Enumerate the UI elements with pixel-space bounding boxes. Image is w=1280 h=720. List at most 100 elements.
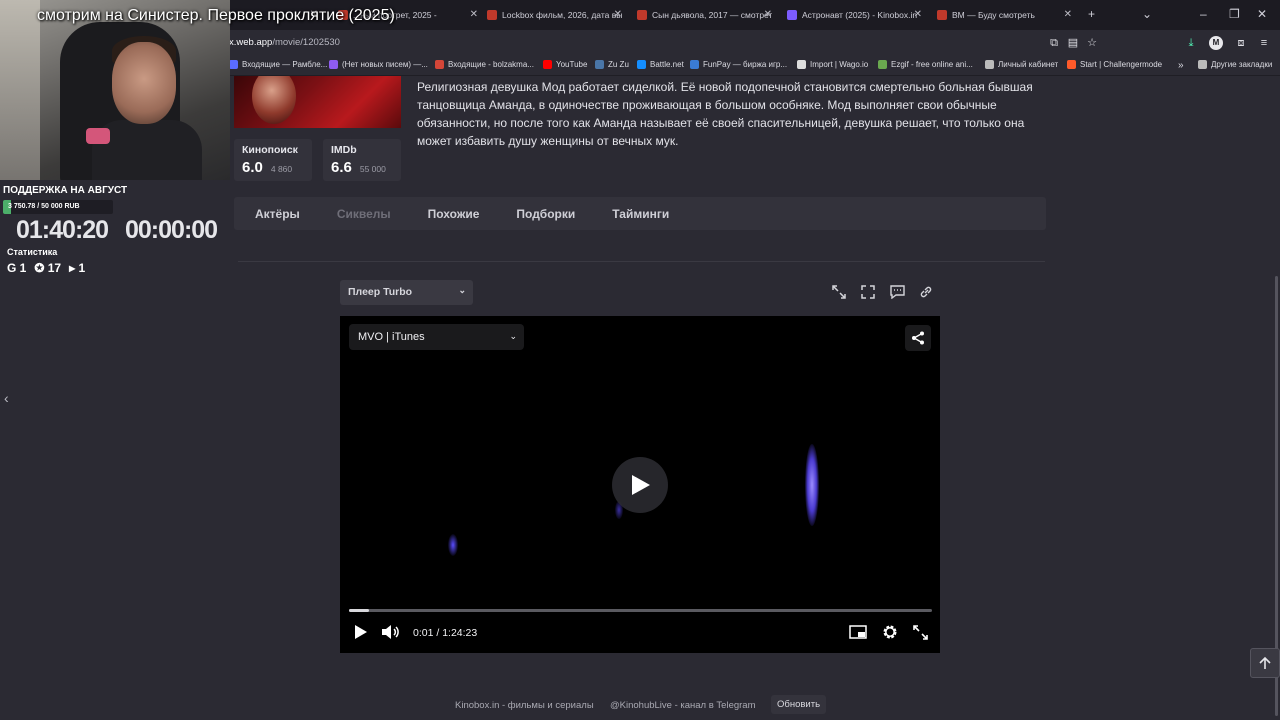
- chevron-down-icon: ⌄: [509, 331, 517, 341]
- close-window-icon[interactable]: ✕: [1257, 7, 1267, 21]
- bookmark-favicon-icon: [435, 60, 444, 69]
- bookmark-item[interactable]: YouTube: [543, 60, 587, 69]
- fullscreen-icon[interactable]: [856, 280, 880, 304]
- movie-poster: [234, 76, 401, 128]
- bookmark-favicon-icon: [797, 60, 806, 69]
- stat-g: G 1: [7, 261, 27, 275]
- donation-goal-bar: 3 750.78 / 50 000 RUB: [3, 200, 113, 214]
- browser-tab[interactable]: Сын дьявола, 2017 — смотреть ✕: [637, 4, 772, 26]
- extensions-icon[interactable]: ⧈: [1234, 36, 1248, 50]
- tab-favicon-icon: [787, 10, 797, 20]
- bookmark-item[interactable]: Другие закладки: [1198, 60, 1272, 69]
- new-tab-icon[interactable]: +: [1088, 7, 1095, 21]
- volume-icon[interactable]: [380, 622, 402, 642]
- bookmark-label: Ezgif - free online ani...: [891, 60, 973, 69]
- tab-actors[interactable]: Актёры: [255, 207, 300, 221]
- bookmark-item[interactable]: Входящие — Рамбле...: [229, 60, 327, 69]
- stream-title: смотрим на Синистер. Первое проклятие (2…: [37, 7, 395, 24]
- close-tab-icon[interactable]: ✕: [614, 9, 622, 20]
- close-tab-icon[interactable]: ✕: [764, 9, 772, 20]
- expand-icon[interactable]: [827, 280, 851, 304]
- bookmark-item[interactable]: Ezgif - free online ani...: [878, 60, 973, 69]
- tab-similar[interactable]: Похожие: [428, 207, 480, 221]
- bookmark-favicon-icon: [229, 60, 238, 69]
- stream-overlay: ПОДДЕРЖКА НА АВГУСТ 3 750.78 / 50 000 RU…: [0, 0, 230, 290]
- bookmark-favicon-icon: [1067, 60, 1076, 69]
- miniplayer-icon[interactable]: [848, 622, 868, 642]
- browser-tab[interactable]: ВМ — Буду смотреть ✕: [937, 4, 1072, 26]
- player-select[interactable]: Плеер Turbo ⌄: [340, 280, 473, 305]
- video-progress-bar[interactable]: [349, 609, 932, 612]
- update-button[interactable]: Обновить: [771, 695, 827, 714]
- rating-imdb: IMDb 6.6 55 000: [323, 139, 401, 181]
- donation-goal-text: 3 750.78 / 50 000 RUB: [8, 203, 80, 210]
- downloads-icon[interactable]: ⤓: [1184, 36, 1198, 50]
- tab-favicon-icon: [637, 10, 647, 20]
- bookmark-item[interactable]: Zu Zu: [595, 60, 629, 69]
- menu-icon[interactable]: ≡: [1257, 36, 1271, 50]
- bookmark-item[interactable]: (Нет новых писем) —...: [329, 60, 428, 69]
- bookmark-favicon-icon: [690, 60, 699, 69]
- bookmark-label: FunPay — биржа игр...: [703, 60, 788, 69]
- divider: [238, 261, 1045, 262]
- tab-label: Сын дьявола, 2017 — смотреть: [652, 10, 772, 20]
- account-avatar-icon[interactable]: M: [1209, 36, 1223, 50]
- browser-tab[interactable]: Астронавт (2025) - Kinobox.in ✕: [787, 4, 922, 26]
- tab-favicon-icon: [937, 10, 947, 20]
- stats-label: Статистика: [7, 247, 58, 257]
- tab-label: Астронавт (2025) - Kinobox.in: [802, 10, 918, 20]
- tab-timings[interactable]: Тайминги: [612, 207, 669, 221]
- bookmark-favicon-icon: [595, 60, 604, 69]
- url-text[interactable]: x.web.app/movie/1202530: [229, 37, 340, 48]
- big-play-button[interactable]: [612, 457, 668, 513]
- bookmark-star-icon[interactable]: ☆: [1085, 36, 1099, 50]
- picture-in-picture-icon[interactable]: ⧉: [1047, 36, 1061, 50]
- bookmark-label: Другие закладки: [1211, 60, 1273, 69]
- bookmark-item[interactable]: Import | Wago.io: [797, 60, 868, 69]
- tab-favicon-icon: [487, 10, 497, 20]
- comment-icon[interactable]: [885, 280, 909, 304]
- close-tab-icon[interactable]: ✕: [1064, 9, 1072, 20]
- close-tab-icon[interactable]: ✕: [914, 9, 922, 20]
- browser-tab[interactable]: Lockbox фильм, 2026, дата вых ✕: [487, 4, 622, 26]
- rating-kinopoisk: Кинопоиск 6.0 4 860: [234, 139, 312, 181]
- fullscreen-toggle-icon[interactable]: [910, 622, 930, 642]
- close-tab-icon[interactable]: ✕: [470, 9, 478, 20]
- bookmark-label: Входящие - bolzakma...: [448, 60, 534, 69]
- bookmark-item[interactable]: Battle.net: [637, 60, 684, 69]
- tab-collections[interactable]: Подборки: [516, 207, 575, 221]
- bookmark-label: (Нет новых писем) —...: [342, 60, 428, 69]
- share-icon[interactable]: [905, 325, 931, 351]
- video-time: 0:01 / 1:24:23: [413, 627, 478, 639]
- play-icon[interactable]: [352, 622, 370, 642]
- bookmark-item[interactable]: Личный кабинет: [985, 60, 1058, 69]
- voice-select[interactable]: MVO | iTunes ⌄: [349, 324, 524, 350]
- chevron-left-icon[interactable]: ‹: [4, 390, 9, 406]
- scroll-to-top-button[interactable]: [1250, 648, 1280, 678]
- link-icon[interactable]: [914, 280, 938, 304]
- bookmark-label: Личный кабинет: [998, 60, 1059, 69]
- reader-view-icon[interactable]: ▤: [1066, 36, 1080, 50]
- restore-icon[interactable]: ❐: [1229, 7, 1240, 21]
- footer-telegram-link[interactable]: @KinohubLive - канал в Telegram: [610, 700, 756, 711]
- tab-sequels[interactable]: Сиквелы: [337, 207, 391, 221]
- bookmark-label: Входящие — Рамбле...: [242, 60, 328, 69]
- minimize-icon[interactable]: –: [1200, 7, 1207, 21]
- bookmark-item[interactable]: Start | Challengermode: [1067, 60, 1162, 69]
- bookmark-label: YouTube: [556, 60, 588, 69]
- bookmark-favicon-icon: [1198, 60, 1207, 69]
- bookmark-favicon-icon: [878, 60, 887, 69]
- list-all-tabs-icon[interactable]: ⌄: [1142, 7, 1152, 21]
- bookmark-favicon-icon: [543, 60, 552, 69]
- settings-gear-icon[interactable]: [880, 622, 900, 642]
- bookmark-favicon-icon: [985, 60, 994, 69]
- bookmark-item[interactable]: Входящие - bolzakma...: [435, 60, 534, 69]
- support-heading: ПОДДЕРЖКА НА АВГУСТ: [3, 185, 128, 196]
- bookmark-label: Import | Wago.io: [810, 60, 869, 69]
- video-progress-fill: [349, 609, 370, 612]
- footer-site-link[interactable]: Kinobox.in - фильмы и сериалы: [455, 700, 594, 711]
- video-player[interactable]: MVO | iTunes ⌄ 0:01 / 1:24:23: [340, 316, 940, 653]
- bookmark-favicon-icon: [329, 60, 338, 69]
- bookmark-item[interactable]: FunPay — биржа игр...: [690, 60, 787, 69]
- bookmarks-overflow-icon[interactable]: »: [1178, 60, 1184, 71]
